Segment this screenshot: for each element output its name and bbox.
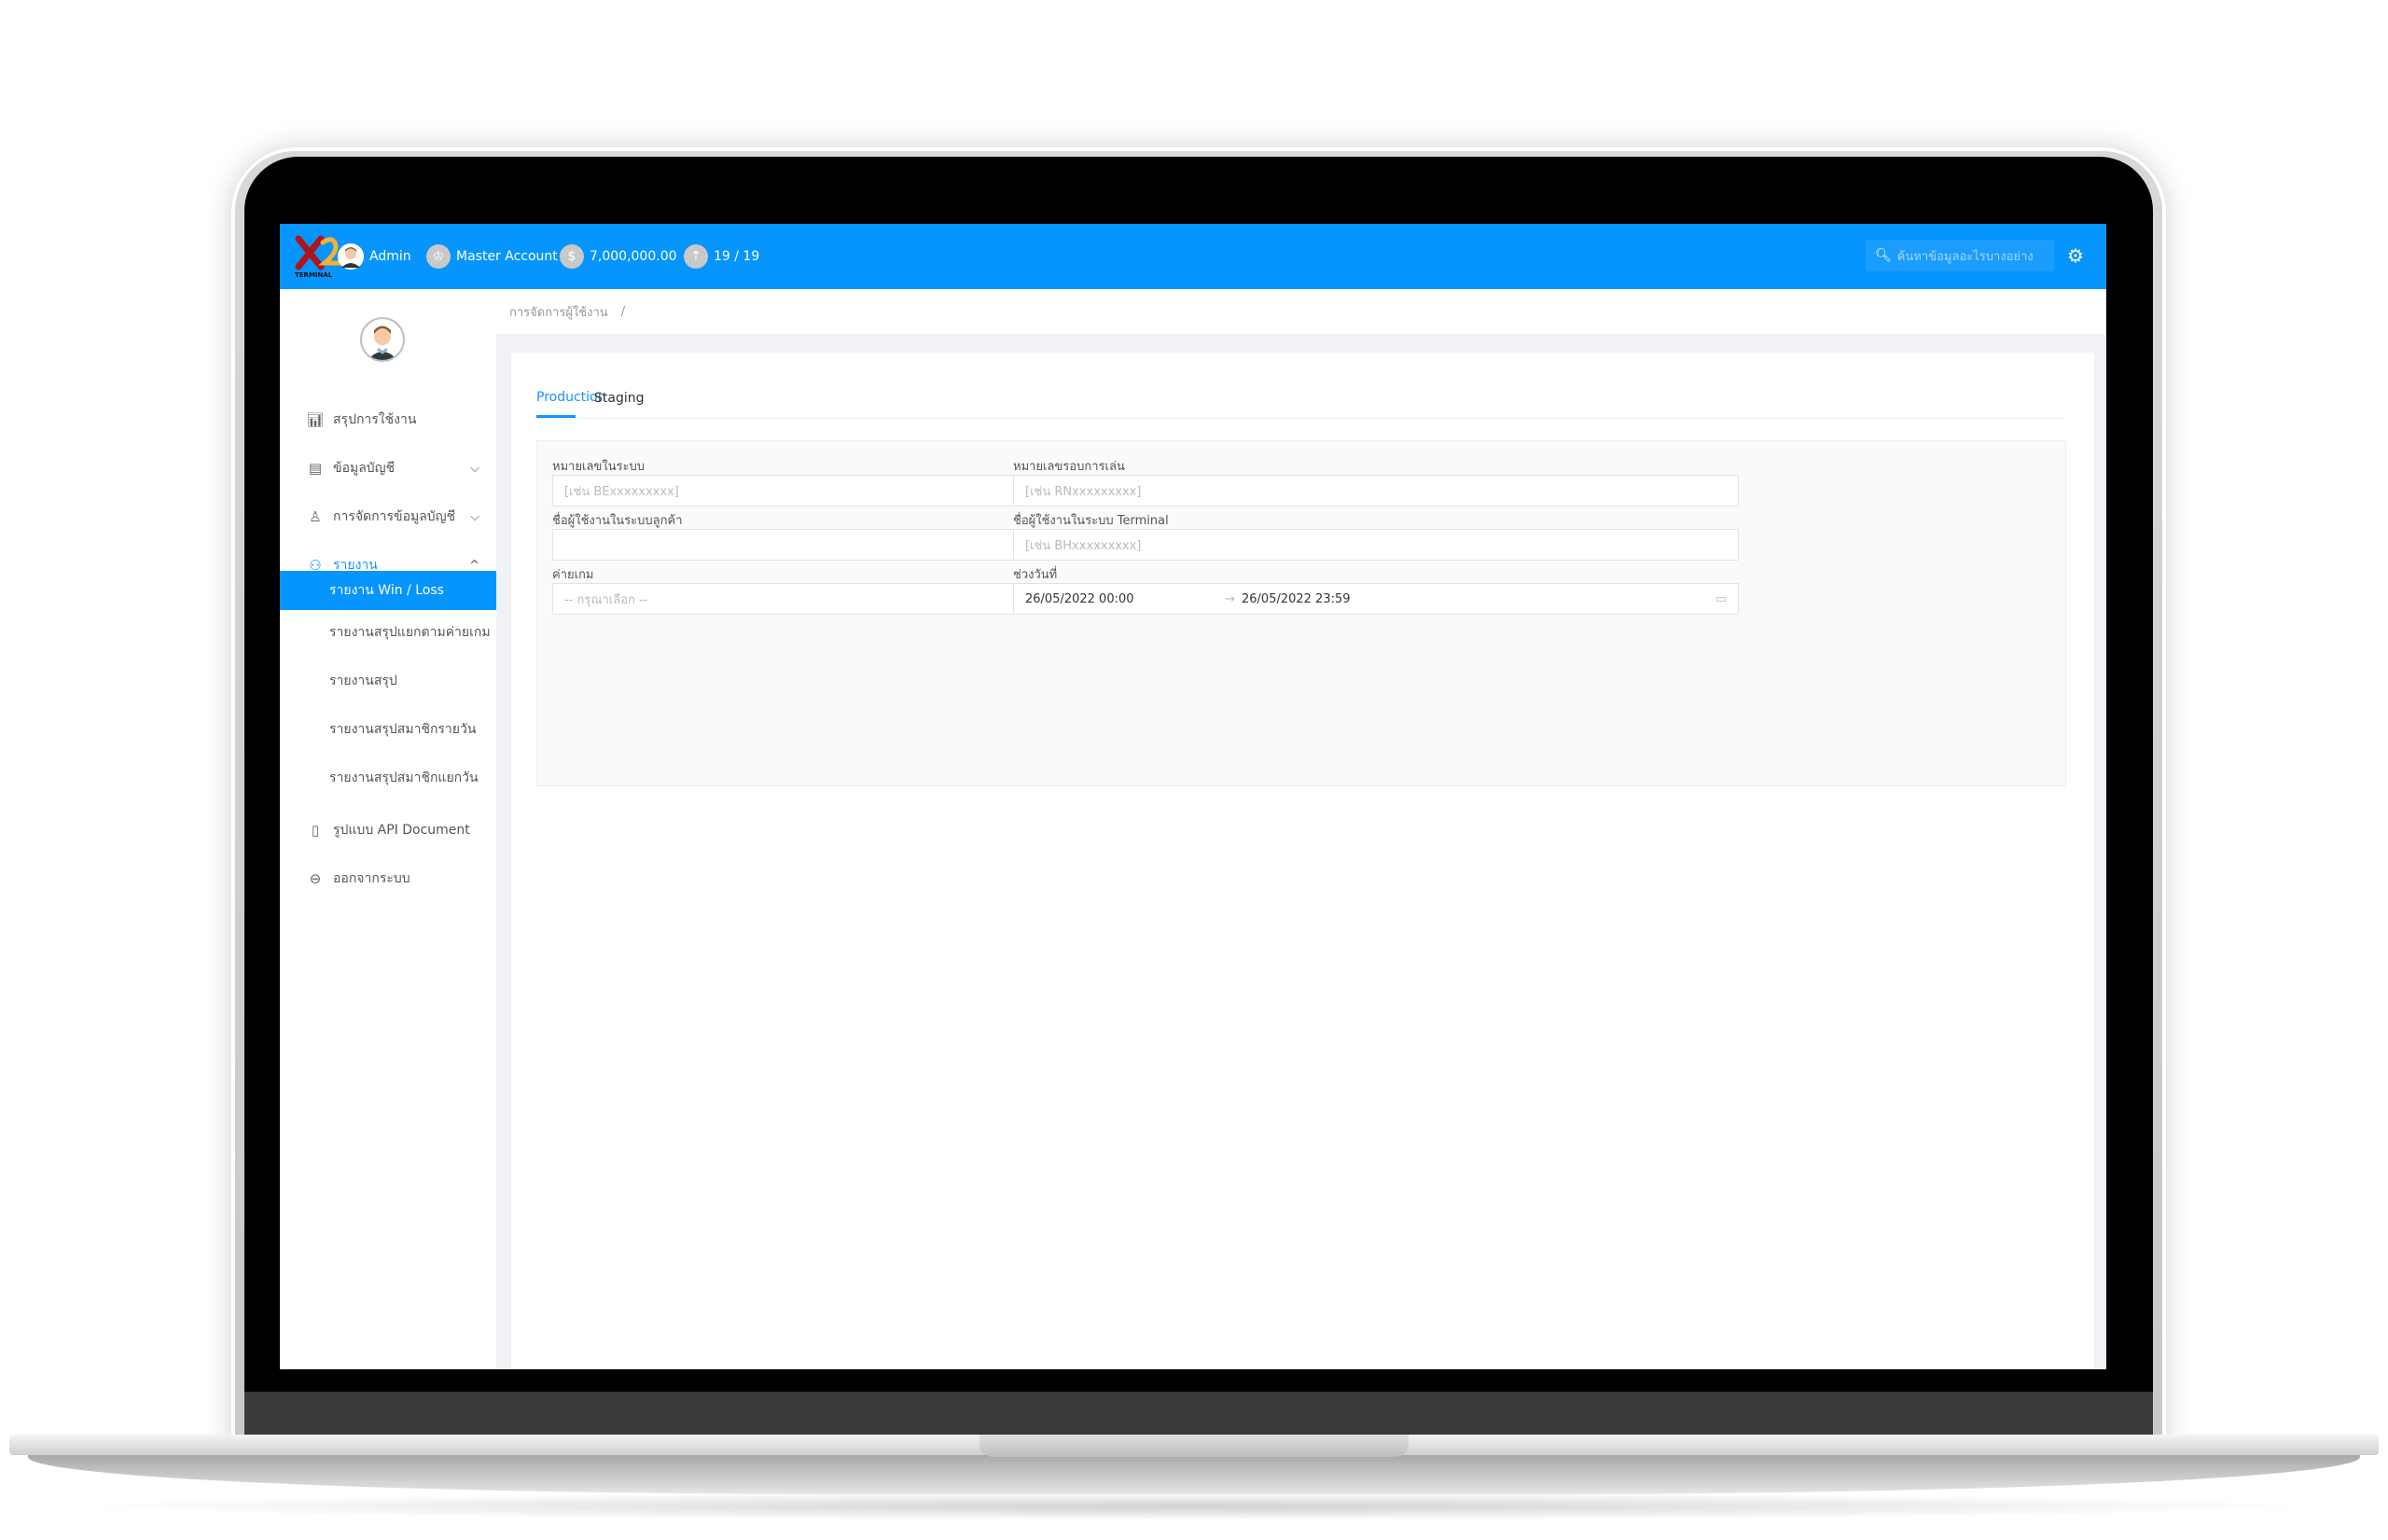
round-id-input[interactable]: [เช่น RNxxxxxxxxx] <box>1013 475 1739 506</box>
sidebar-subitem-win-loss[interactable]: รายงาน Win / Loss <box>280 571 496 610</box>
rocket-icon: ⇡ <box>684 244 708 269</box>
tab-production[interactable]: Production <box>536 379 605 418</box>
report-card: Production Staging หมายเลขในระบบ [เช่น B… <box>511 353 2094 1369</box>
environment-tabs: Production Staging <box>536 379 2066 419</box>
sidebar-item-account-management[interactable]: ♙ การจัดการข้อมูลบัญชี ⌵ <box>280 493 496 541</box>
sidebar-subitem-member-by-day[interactable]: รายงานสรุปสมาชิกแยกวัน <box>280 757 496 798</box>
username-label: Admin <box>369 249 411 264</box>
dollar-coin-icon: $ <box>560 244 584 269</box>
sidebar-item-usage-summary[interactable]: 📊︎ สรุปการใช้งาน <box>280 395 496 444</box>
sidebar-subitem-label: รายงาน Win / Loss <box>329 583 444 598</box>
sidebar-item-label: ออกจากระบบ <box>333 871 410 886</box>
breadcrumb: การจัดการผู้ใช้งาน / <box>496 289 2106 334</box>
admin-avatar-icon <box>338 243 364 270</box>
calendar-icon: ▭ <box>1715 591 1727 606</box>
sidebar-avatar[interactable] <box>360 317 405 362</box>
sidebar-item-label: การจัดการข้อมูลบัญชี <box>333 509 456 524</box>
sidebar-subitem-label: รายงานสรุปแยกตามค่ายเกม <box>329 625 491 640</box>
svg-text:TERMINAL: TERMINAL <box>295 271 333 279</box>
account-doc-icon: ▤ <box>308 460 323 477</box>
system-id-placeholder: [เช่น BExxxxxxxxx] <box>564 484 679 499</box>
laptop-floor-shadow <box>56 1492 2332 1520</box>
app-screen: TERMINAL Admin ♔ Master Account $ 7,000,… <box>280 224 2106 1369</box>
sidebar-item-account-info[interactable]: ▤ ข้อมูลบัญชี ⌵ <box>280 444 496 493</box>
balance: $ 7,000,000.00 <box>560 224 677 289</box>
logout-icon: ⊖ <box>309 870 322 887</box>
crown-icon: ♔ <box>426 244 451 269</box>
balance-value: 7,000,000.00 <box>590 249 677 264</box>
date-end-value[interactable]: 26/05/2022 23:59 <box>1242 592 1351 606</box>
sidebar-subitem-label: รายงานสรุปสมาชิกแยกวัน <box>329 770 479 785</box>
sidebar-item-logout[interactable]: ⊖ ออกจากระบบ <box>280 854 496 903</box>
sidebar-subitem-provider-summary[interactable]: รายงานสรุปแยกตามค่ายเกม <box>280 612 496 653</box>
provider-placeholder: -- กรุณาเลือก -- <box>564 592 648 607</box>
sidebar-item-api-document[interactable]: ▯ รูปแบบ API Document <box>280 806 496 854</box>
tab-staging[interactable]: Staging <box>594 379 645 418</box>
laptop-base-bottom <box>28 1455 2360 1494</box>
sidebar-item-label: ข้อมูลบัญชี <box>333 461 396 476</box>
laptop-base-notch <box>979 1435 1409 1457</box>
account-type-label: Master Account <box>456 249 558 264</box>
terminal-user-input[interactable]: [เช่น BHxxxxxxxxx] <box>1013 529 1739 561</box>
sidebar-subitem-member-daily[interactable]: รายงานสรุปสมาชิกรายวัน <box>280 709 496 750</box>
sidebar-item-label: รูปแบบ API Document <box>333 823 470 838</box>
date-start-value[interactable]: 26/05/2022 00:00 <box>1025 592 1134 606</box>
breadcrumb-separator: / <box>620 304 626 319</box>
sidebar-item-label: สรุปการใช้งาน <box>333 412 417 427</box>
chevron-down-icon: ⌵ <box>470 461 479 476</box>
account-type: ♔ Master Account <box>426 224 558 289</box>
filter-panel: หมายเลขในระบบ [เช่น BExxxxxxxxx] ชื่อผู้… <box>536 440 2066 786</box>
terminal-user-label: ชื่อผู้ใช้งานในระบบ Terminal <box>1013 514 1169 528</box>
search-placeholder: ค้นหาข้อมูลอะไรบางอย่าง <box>1896 249 2034 264</box>
round-id-label: หมายเลขรอบการเล่น <box>1013 460 1125 474</box>
search-icon: 🔍︎ <box>1875 248 1892 263</box>
chevron-down-icon: ⌵ <box>470 509 479 524</box>
quota-value: 19 / 19 <box>714 249 760 264</box>
provider-label: ค่ายเกม <box>552 568 594 582</box>
date-range-picker[interactable]: 26/05/2022 00:00 → 26/05/2022 23:59 ▭ <box>1013 583 1739 615</box>
bar-chart-icon: 📊︎ <box>306 411 325 428</box>
date-range-label: ช่วงวันที่ <box>1013 568 1058 582</box>
sidebar: 📊︎ สรุปการใช้งาน ▤ ข้อมูลบัญชี ⌵ ♙ การจั… <box>280 289 496 1369</box>
settings-gear-icon[interactable]: ⚙ <box>2067 244 2084 267</box>
sidebar-subitem-label: รายงานสรุปสมาชิกรายวัน <box>329 722 477 737</box>
customer-user-label: ชื่อผู้ใช้งานในระบบลูกค้า <box>552 514 683 528</box>
book-icon: ▯ <box>311 822 320 839</box>
sidebar-subitem-summary[interactable]: รายงานสรุป <box>280 660 496 701</box>
system-id-label: หมายเลขในระบบ <box>552 460 646 474</box>
breadcrumb-item[interactable]: การจัดการผู้ใช้งาน <box>509 302 608 322</box>
terminal-user-placeholder: [เช่น BHxxxxxxxxx] <box>1025 538 1142 553</box>
global-search-input[interactable]: 🔍︎ ค้นหาข้อมูลอะไรบางอย่าง <box>1866 240 2054 271</box>
date-range-arrow-icon: → <box>1225 591 1235 606</box>
round-id-placeholder: [เช่น RNxxxxxxxxx] <box>1025 484 1142 499</box>
user-menu[interactable]: Admin <box>338 224 411 289</box>
sidebar-subitem-label: รายงานสรุป <box>329 673 397 688</box>
quota: ⇡ 19 / 19 <box>684 224 759 289</box>
laptop-chin <box>244 1392 2153 1436</box>
tab-label: Staging <box>594 391 645 406</box>
top-navbar: TERMINAL Admin ♔ Master Account $ 7,000,… <box>280 224 2106 289</box>
user-icon: ♙ <box>309 508 322 525</box>
